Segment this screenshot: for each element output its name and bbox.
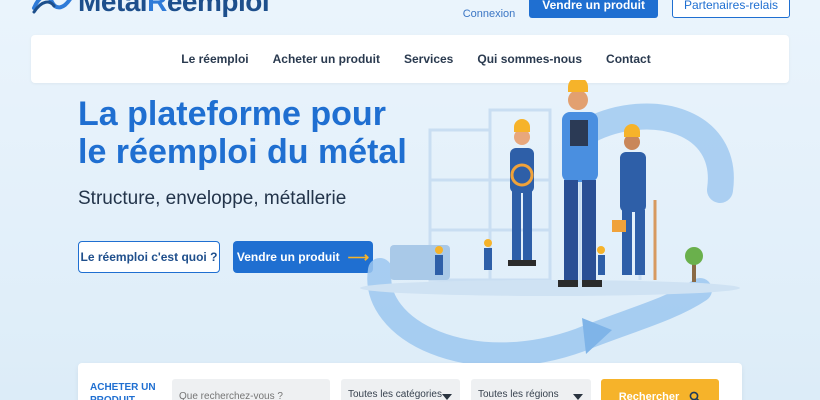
hero-illustration: [360, 80, 740, 367]
search-button[interactable]: Rechercher: [601, 379, 719, 400]
nav-item-acheter[interactable]: Acheter un produit: [273, 52, 380, 66]
hero-subtitle: Structure, enveloppe, métallerie: [78, 188, 347, 209]
chevron-down-icon: [573, 394, 583, 400]
nav-item-services[interactable]: Services: [404, 52, 453, 66]
sell-product-label: Vendre un produit: [236, 250, 340, 264]
category-select[interactable]: Toutes les catégories: [341, 379, 460, 400]
nav-item-contact[interactable]: Contact: [606, 52, 651, 66]
main-nav: Le réemploi Acheter un produit Services …: [31, 35, 789, 83]
logo-mark-icon: [32, 0, 72, 14]
partners-button[interactable]: Partenaires-relais: [671, 0, 790, 18]
category-select-value: Toutes les catégories: [348, 389, 442, 400]
logo-text: MetalReemploi: [78, 0, 270, 17]
nav-item-reemploi[interactable]: Le réemploi: [181, 52, 248, 66]
worker-right: [612, 124, 657, 280]
region-select[interactable]: Toutes les régions: [471, 379, 591, 400]
nav-item-qui-sommes-nous[interactable]: Qui sommes-nous: [477, 52, 582, 66]
what-is-reemploi-button[interactable]: Le réemploi c'est quoi ?: [78, 241, 220, 273]
sell-product-top-button[interactable]: Vendre un produit: [529, 0, 658, 18]
search-icon: [689, 391, 700, 400]
what-is-reemploi-label: Le réemploi c'est quoi ?: [80, 250, 218, 264]
product-search-bar: ACHETER UN PRODUIT Toutes les catégories…: [78, 363, 742, 400]
header-actions: Connexion Vendre un produit Partenaires-…: [463, 0, 790, 20]
login-link[interactable]: Connexion: [463, 8, 516, 20]
worker-woman: [508, 119, 536, 266]
search-label: ACHETER UN PRODUIT: [90, 382, 156, 400]
chevron-down-icon: [442, 394, 452, 400]
site-logo[interactable]: MetalReemploi: [30, 0, 270, 18]
search-button-label: Rechercher: [618, 391, 680, 400]
ground-shadow: [360, 280, 740, 296]
recycle-arrow-top: [577, 103, 734, 203]
region-select-value: Toutes les régions: [478, 389, 559, 400]
tree: [685, 247, 703, 282]
search-input[interactable]: [172, 379, 330, 400]
